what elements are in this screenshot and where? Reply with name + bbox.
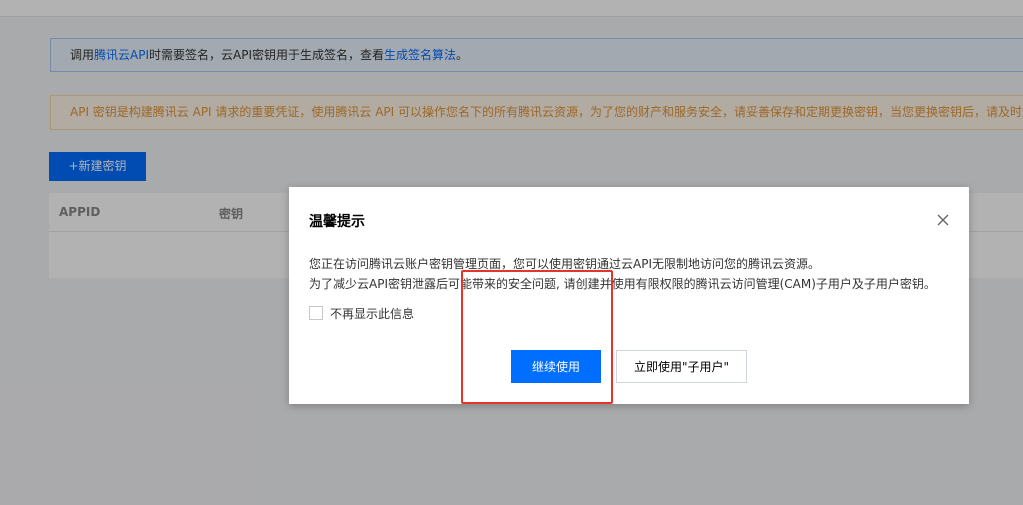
tips-dialog: 温馨提示 您正在访问腾讯云账户密钥管理页面，您可以使用密钥通过云API无限制地访… bbox=[289, 187, 969, 404]
continue-button[interactable]: 继续使用 bbox=[511, 350, 601, 383]
dialog-message-line-2: 为了减少云API密钥泄露后可能带来的安全问题, 请创建并使用有限权限的腾讯云访问… bbox=[309, 277, 936, 291]
use-subuser-button[interactable]: 立即使用"子用户" bbox=[616, 350, 747, 383]
dialog-title: 温馨提示 bbox=[309, 214, 365, 230]
dialog-message-line-1: 您正在访问腾讯云账户密钥管理页面，您可以使用密钥通过云API无限制地访问您的腾讯… bbox=[309, 257, 820, 271]
dont-show-again-label[interactable]: 不再显示此信息 bbox=[330, 305, 414, 322]
api-key-page: 调用腾讯云API时需要签名，云API密钥用于生成签名，查看生成签名算法。 API… bbox=[0, 0, 1023, 505]
close-icon[interactable] bbox=[935, 212, 951, 228]
dont-show-again-checkbox[interactable] bbox=[309, 306, 323, 320]
